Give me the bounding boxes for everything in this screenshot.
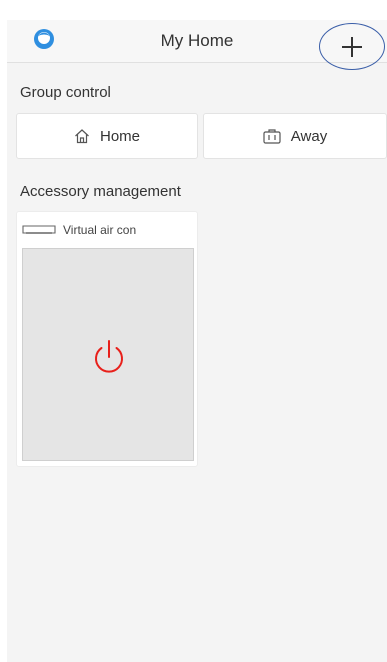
home-icon bbox=[75, 129, 89, 144]
accessory-card[interactable]: Virtual air con bbox=[16, 211, 198, 467]
briefcase-icon bbox=[263, 129, 281, 144]
home-mode-button[interactable]: Home bbox=[16, 113, 198, 159]
power-icon[interactable] bbox=[91, 338, 127, 376]
away-mode-button[interactable]: Away bbox=[203, 113, 387, 159]
accessory-management-label: Accessory management bbox=[20, 183, 181, 200]
group-control-label: Group control bbox=[20, 84, 111, 101]
plus-icon bbox=[342, 36, 362, 57]
top-bar: My Home bbox=[7, 20, 387, 70]
air-conditioner-icon bbox=[22, 225, 56, 234]
accessory-name: Virtual air con bbox=[63, 223, 137, 237]
app-screen: My Home Group control Home Away Accessor… bbox=[7, 20, 387, 662]
home-mode-label: Home bbox=[99, 127, 140, 145]
away-mode-label: Away bbox=[290, 127, 328, 145]
add-button[interactable] bbox=[319, 23, 385, 70]
power-toggle-tile[interactable] bbox=[22, 248, 194, 461]
